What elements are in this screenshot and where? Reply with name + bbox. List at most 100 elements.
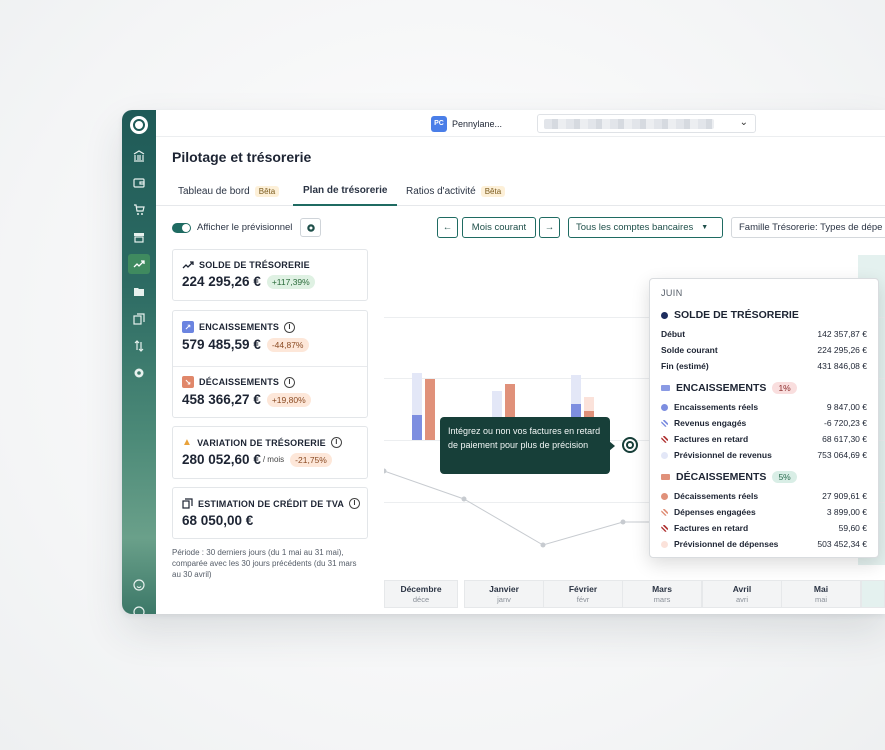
popup-decaissements-header: DÉCAISSEMENTS 5%	[661, 471, 867, 483]
wallet-icon[interactable]	[131, 175, 147, 191]
trending-icon[interactable]	[128, 254, 150, 274]
row-value: 68 617,30 €	[822, 434, 867, 444]
company-select[interactable]: ⌄	[537, 114, 756, 133]
percent-badge: 5%	[772, 471, 797, 483]
row-value: 224 295,26 €	[817, 345, 867, 355]
card-value: 579 485,59 €	[182, 337, 261, 352]
info-icon[interactable]: i	[284, 321, 296, 333]
row-value: 3 899,00 €	[826, 507, 867, 517]
app-logo[interactable]	[130, 116, 148, 134]
axis-month[interactable]: Janvier janv	[464, 580, 544, 608]
axis-month-label: Mai	[813, 584, 829, 594]
card-value: 224 295,26 €	[182, 274, 261, 289]
company-chip[interactable]: PC Pennylane...	[431, 114, 502, 133]
popup-section-title: SOLDE DE TRÉSORERIE	[674, 309, 799, 321]
axis-month[interactable]: Mai mai	[781, 580, 861, 608]
folder-user-icon[interactable]	[131, 284, 147, 300]
row-label: Revenus engagés	[674, 418, 747, 428]
help-icon[interactable]	[131, 604, 147, 614]
late-stripe-dot-icon	[661, 435, 668, 443]
tab-plan-de-tresorerie[interactable]: Plan de trésorerie	[293, 176, 398, 206]
documents-icon[interactable]	[131, 311, 147, 327]
axis-month-short: avri	[735, 595, 749, 604]
row-label: Factures en retard	[674, 434, 749, 444]
settings-icon[interactable]	[131, 365, 147, 381]
cart-icon[interactable]	[131, 202, 147, 218]
row-label: Factures en retard	[674, 523, 749, 533]
decaissements-swatch-icon	[661, 474, 670, 480]
info-icon[interactable]: i	[330, 437, 342, 448]
delta-badge: -44,87%	[266, 337, 309, 352]
row-value: 142 357,87 €	[817, 329, 867, 339]
info-icon[interactable]: i	[349, 498, 361, 509]
card-label: DÉCAISSEMENTS	[199, 377, 280, 387]
accounts-select[interactable]: Tous les comptes bancaires ▼	[568, 217, 723, 238]
solde-dot-icon	[661, 311, 668, 319]
transfer-icon[interactable]	[131, 338, 147, 354]
beta-badge: Bêta	[480, 185, 506, 197]
page-title: Pilotage et trésorerie	[172, 149, 312, 165]
popup-section-title: DÉCAISSEMENTS	[676, 471, 767, 483]
row-label: Décaissements réels	[674, 491, 759, 501]
popup-row: Revenus engagés -6 720,23 €	[661, 418, 867, 428]
row-value: 753 064,69 €	[817, 450, 867, 460]
row-value: 59,60 €	[838, 523, 867, 533]
popup-row: Prévisionnel de revenus 753 064,69 €	[661, 450, 867, 460]
striped-dot-icon	[661, 508, 668, 516]
row-label: Prévisionnel de revenus	[674, 450, 772, 460]
beta-badge: Bêta	[254, 185, 280, 197]
card-variation: ▲ VARIATION DE TRÉSORERIE i 280 052,60 €…	[172, 426, 368, 479]
tab-ratios-activite[interactable]: Ratios d'activité Bêta	[406, 176, 506, 206]
row-value: 431 846,08 €	[817, 361, 867, 371]
delta-badge: +19,80%	[266, 392, 311, 407]
arrow-right-icon: →	[544, 222, 555, 233]
axis-month[interactable]: Avril avri	[702, 580, 782, 608]
hotspot-marker[interactable]	[622, 437, 638, 453]
next-period-button[interactable]: →	[539, 217, 560, 238]
bank-icon[interactable]	[131, 148, 147, 164]
famille-select[interactable]: Famille Trésorerie: Types de dépe	[731, 217, 885, 238]
period-button[interactable]: Mois courant	[462, 217, 536, 238]
solid-dot-icon	[661, 492, 668, 500]
tab-tableau-de-bord[interactable]: Tableau de bord Bêta	[178, 176, 280, 206]
axis-month-label: Janvier	[489, 584, 519, 594]
axis-month-label: Février	[568, 584, 598, 594]
axis-month-label: Avril	[732, 584, 752, 594]
axis-month[interactable]: Mars mars	[622, 580, 702, 608]
popup-row: Décaissements réels 27 909,61 €	[661, 491, 867, 501]
row-value: 503 452,34 €	[817, 539, 867, 549]
accounts-select-label: Tous les comptes bancaires	[576, 222, 694, 233]
forecast-toggle[interactable]	[172, 222, 191, 233]
app-window: PC Pennylane... ⌄ Pilotage et trésorerie…	[122, 110, 885, 614]
popup-encaissements-header: ENCAISSEMENTS 1%	[661, 382, 867, 394]
encaissements-swatch-icon	[661, 385, 670, 391]
popup-row: Factures en retard 59,60 €	[661, 523, 867, 533]
axis-month[interactable]: Février févr	[543, 580, 623, 608]
axis-month-selected[interactable]	[861, 580, 885, 608]
flame-icon: ▲	[182, 437, 193, 448]
store-icon[interactable]	[131, 229, 147, 245]
popup-row: Début 142 357,87 €	[661, 329, 867, 339]
popup-row: Encaissements réels 9 847,00 €	[661, 402, 867, 412]
axis-month-short: mars	[653, 595, 671, 604]
gear-icon	[307, 223, 315, 232]
company-avatar: PC	[431, 115, 447, 132]
card-value: 280 052,60 €	[182, 452, 261, 467]
tab-bar: Tableau de bord Bêta Plan de trésorerie …	[156, 176, 885, 206]
arrow-up-right-icon: ↗	[182, 321, 194, 333]
previous-period-button[interactable]: ←	[437, 217, 458, 238]
light-dot-icon	[661, 540, 668, 548]
axis-month[interactable]: Décembre déce	[384, 580, 458, 608]
tab-label: Tableau de bord	[178, 185, 250, 197]
popup-row: Fin (estimé) 431 846,08 €	[661, 361, 867, 371]
smiley-icon[interactable]	[131, 577, 147, 593]
axis-month-short: janv	[497, 595, 511, 604]
popup-section-title: ENCAISSEMENTS	[676, 382, 767, 394]
settings-button[interactable]	[300, 218, 322, 237]
sidebar	[122, 110, 156, 614]
row-label: Solde courant	[661, 345, 718, 355]
popup-solde-header: SOLDE DE TRÉSORERIE	[661, 309, 867, 321]
info-icon[interactable]: i	[284, 376, 296, 388]
documents-icon	[182, 498, 193, 509]
month-detail-popup: JUIN SOLDE DE TRÉSORERIE Début 142 357,8…	[649, 278, 879, 558]
